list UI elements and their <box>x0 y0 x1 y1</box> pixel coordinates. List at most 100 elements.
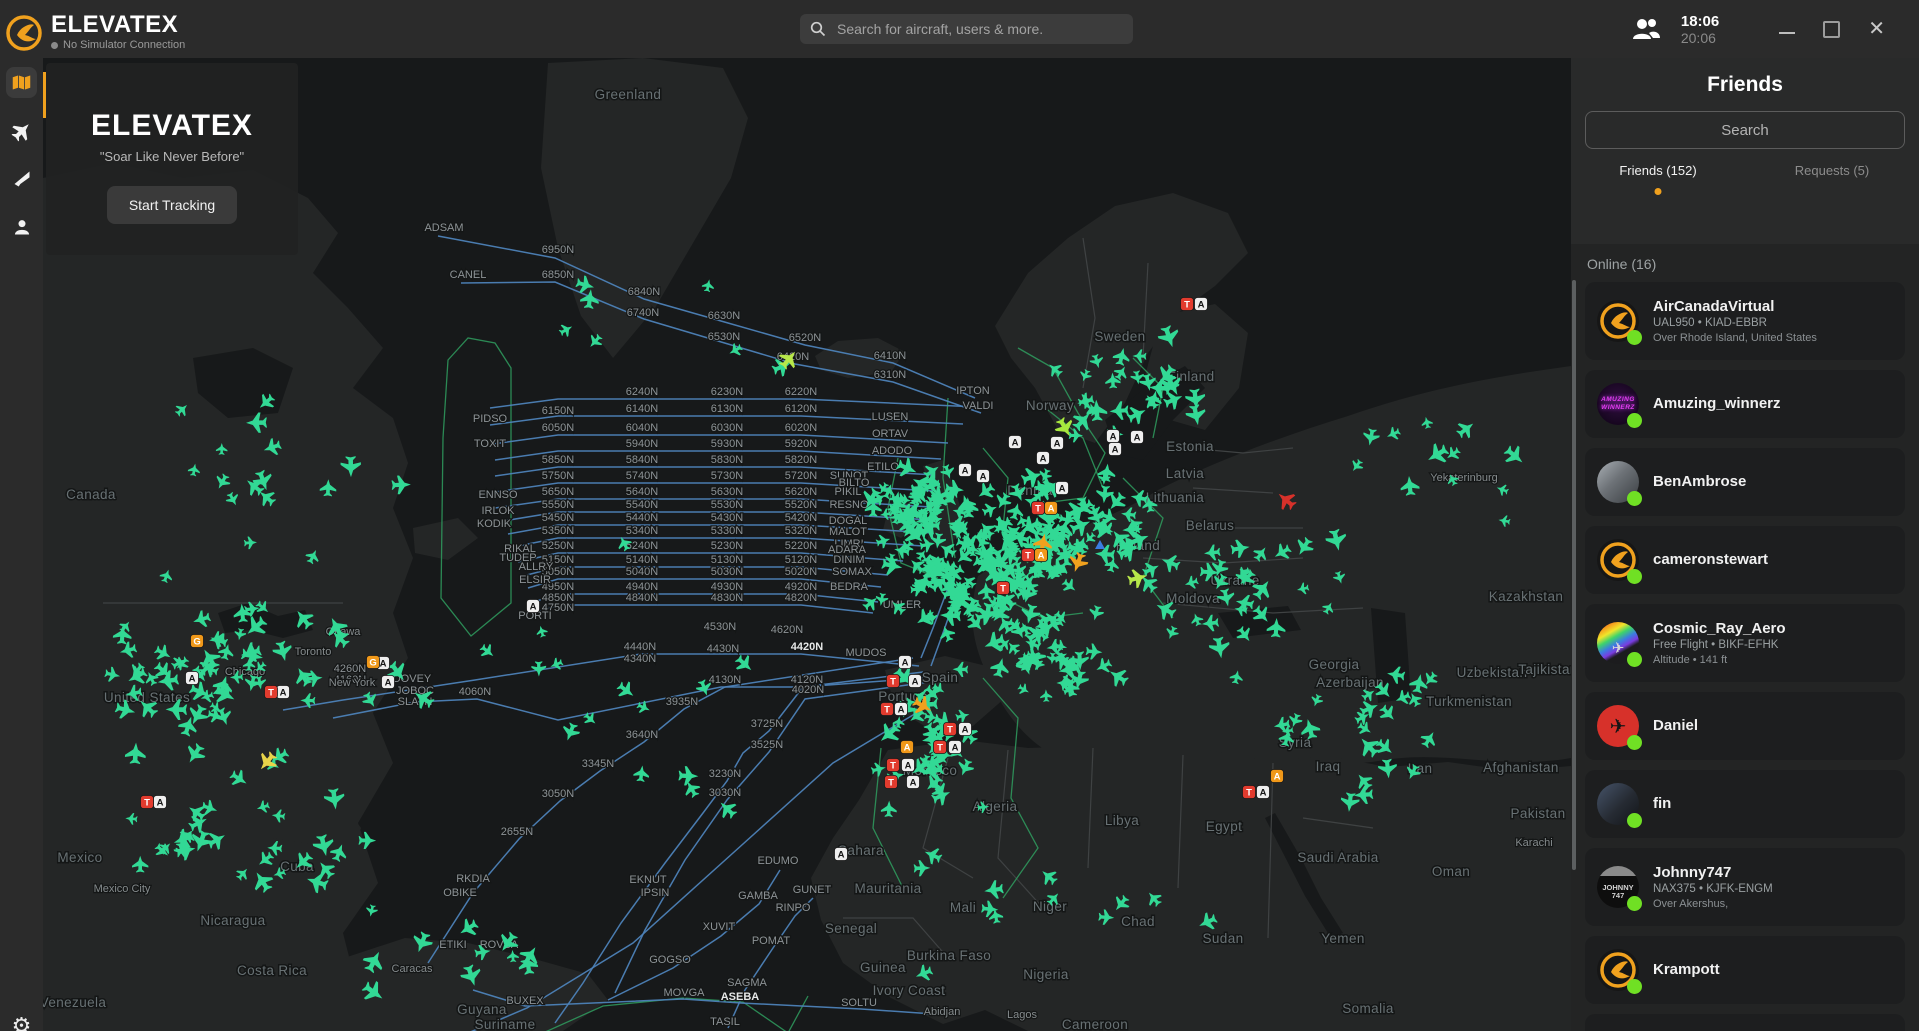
tab-friends[interactable]: Friends (152) <box>1571 163 1745 197</box>
airport-badge[interactable]: T <box>881 703 894 716</box>
airport-badge[interactable]: A <box>1271 770 1284 783</box>
friend-list-item[interactable]: JOHNNY747 Johnny747 NAX375 • KJFK-ENGM O… <box>1585 848 1905 926</box>
airport-badge[interactable]: G <box>191 635 204 648</box>
airport-badge[interactable]: T <box>934 741 947 754</box>
airport-badge[interactable]: A <box>1037 452 1050 465</box>
close-button[interactable]: ✕ <box>1868 21 1885 38</box>
aircraft-icon[interactable] <box>732 651 757 676</box>
friend-list-item[interactable]: BenAmbrose <box>1585 448 1905 516</box>
airport-badge[interactable]: A <box>899 656 912 669</box>
airport-badge[interactable]: A <box>902 759 915 772</box>
map-label: Caracas <box>392 963 433 975</box>
airport-badge[interactable]: A <box>527 600 540 613</box>
airport-badge[interactable]: T <box>887 759 900 772</box>
airport-badge[interactable]: A <box>1045 502 1058 515</box>
friend-list-item[interactable]: AirCanadaVirtual UAL950 • KIAD-EBBR Over… <box>1585 282 1905 360</box>
aircraft-icon[interactable] <box>559 721 581 744</box>
aircraft-icon[interactable] <box>614 678 639 702</box>
aircraft-icon[interactable] <box>365 904 379 918</box>
airport-badge[interactable]: T <box>141 796 154 809</box>
airport-badge[interactable]: T <box>887 675 900 688</box>
map-label: Latvia <box>1166 466 1205 481</box>
friends-search[interactable] <box>1585 111 1905 149</box>
friend-list-item[interactable] <box>1585 1014 1905 1031</box>
aircraft-icon[interactable] <box>548 656 564 672</box>
aircraft-icon[interactable] <box>974 480 998 504</box>
map-label: 5920N <box>785 438 817 450</box>
airport-badge[interactable]: A <box>382 676 395 689</box>
sidebar-item-map[interactable] <box>6 67 37 98</box>
map-label: 5740N <box>626 470 658 482</box>
airport-badge[interactable]: A <box>1009 436 1022 449</box>
friend-list-item[interactable]: fin <box>1585 770 1905 838</box>
global-search-input[interactable] <box>835 20 1123 38</box>
airport-badge[interactable]: A <box>977 470 990 483</box>
global-search[interactable] <box>800 14 1133 44</box>
sidebar-item-settings[interactable]: ⚙ <box>6 1010 37 1031</box>
minimize-button[interactable] <box>1779 32 1795 34</box>
aircraft-icon[interactable] <box>455 915 481 941</box>
maximize-button[interactable] <box>1823 21 1840 38</box>
friend-list-item[interactable]: AMUZINGWINNERZ Amuzing_winnerz <box>1585 370 1905 438</box>
map-label: 6150N <box>542 405 574 417</box>
sidebar-item-logbook[interactable] <box>6 163 37 194</box>
friends-toggle-icon[interactable] <box>1629 17 1663 41</box>
airport-badge[interactable]: G <box>367 656 380 669</box>
sidebar-item-flights[interactable] <box>6 115 37 146</box>
online-status-dot <box>1627 330 1642 345</box>
airport-badge[interactable]: T <box>1032 502 1045 515</box>
tab-requests[interactable]: Requests (5) <box>1745 163 1919 197</box>
airport-badge[interactable]: A <box>895 703 908 716</box>
map-label: Uzbekistan <box>1457 665 1528 680</box>
airport-badge[interactable]: A <box>909 675 922 688</box>
map-label: Iraq <box>1316 759 1341 774</box>
airport-badge[interactable]: A <box>901 741 914 754</box>
airport-badge[interactable]: T <box>265 686 278 699</box>
aircraft-icon[interactable] <box>875 532 893 549</box>
start-tracking-button[interactable]: Start Tracking <box>107 186 237 224</box>
airport-badge[interactable]: A <box>1035 549 1048 562</box>
airport-badge[interactable]: A <box>959 723 972 736</box>
airport-badge[interactable]: T <box>944 723 957 736</box>
map-label: 4440N <box>624 641 656 653</box>
airport-badge[interactable]: T <box>997 582 1010 595</box>
aircraft-icon[interactable] <box>633 765 651 783</box>
airport-badge[interactable]: A <box>959 464 972 477</box>
friends-search-input[interactable] <box>1600 121 1890 140</box>
map-label: 3725N <box>751 718 783 730</box>
aircraft-icon[interactable] <box>860 592 882 614</box>
airport-badge[interactable]: T <box>885 776 898 789</box>
flight-map[interactable]: 6150N6240N6230N6220N6140N6130N6120N6050N… <box>43 58 1571 1031</box>
aircraft-icon[interactable] <box>701 278 715 292</box>
airport-badge[interactable]: A <box>1257 786 1270 799</box>
airport-badge[interactable]: A <box>835 848 848 861</box>
friends-scrollbar[interactable] <box>1572 280 1576 870</box>
airport-badge[interactable]: A <box>1109 443 1122 456</box>
friend-list-item[interactable]: Krampott <box>1585 936 1905 1004</box>
aircraft-icon[interactable] <box>477 641 498 662</box>
airport-badge[interactable]: A <box>1107 430 1120 443</box>
airport-badge[interactable]: A <box>186 672 199 685</box>
airport-badge[interactable]: T <box>1243 786 1256 799</box>
friend-list-item[interactable]: cameronstewart <box>1585 526 1905 594</box>
friend-list-item[interactable]: ✈ Daniel <box>1585 692 1905 760</box>
airport-badge[interactable]: A <box>154 796 167 809</box>
airport-badge[interactable]: A <box>1195 298 1208 311</box>
airport-badge[interactable]: A <box>1056 482 1069 495</box>
aircraft-icon[interactable] <box>980 500 999 519</box>
airport-badge[interactable]: A <box>277 686 290 699</box>
airport-badge[interactable]: T <box>1181 298 1194 311</box>
aircraft-icon[interactable] <box>557 321 575 339</box>
airport-badge[interactable]: A <box>1051 437 1064 450</box>
aircraft-icon[interactable] <box>535 624 549 638</box>
airport-badge[interactable]: T <box>1022 549 1035 562</box>
airport-badge[interactable]: A <box>949 741 962 754</box>
map-label: 5140N <box>626 554 658 566</box>
friend-list-item[interactable]: ✈ Cosmic_Ray_Aero Free Flight • BIKF-EFH… <box>1585 604 1905 682</box>
aircraft-icon[interactable] <box>680 778 702 801</box>
airport-badge[interactable]: A <box>1131 431 1144 444</box>
map-label: Greenland <box>595 87 662 102</box>
online-status-dot <box>1627 569 1642 584</box>
airport-badge[interactable]: A <box>907 776 920 789</box>
sidebar-item-profile[interactable] <box>6 211 37 242</box>
